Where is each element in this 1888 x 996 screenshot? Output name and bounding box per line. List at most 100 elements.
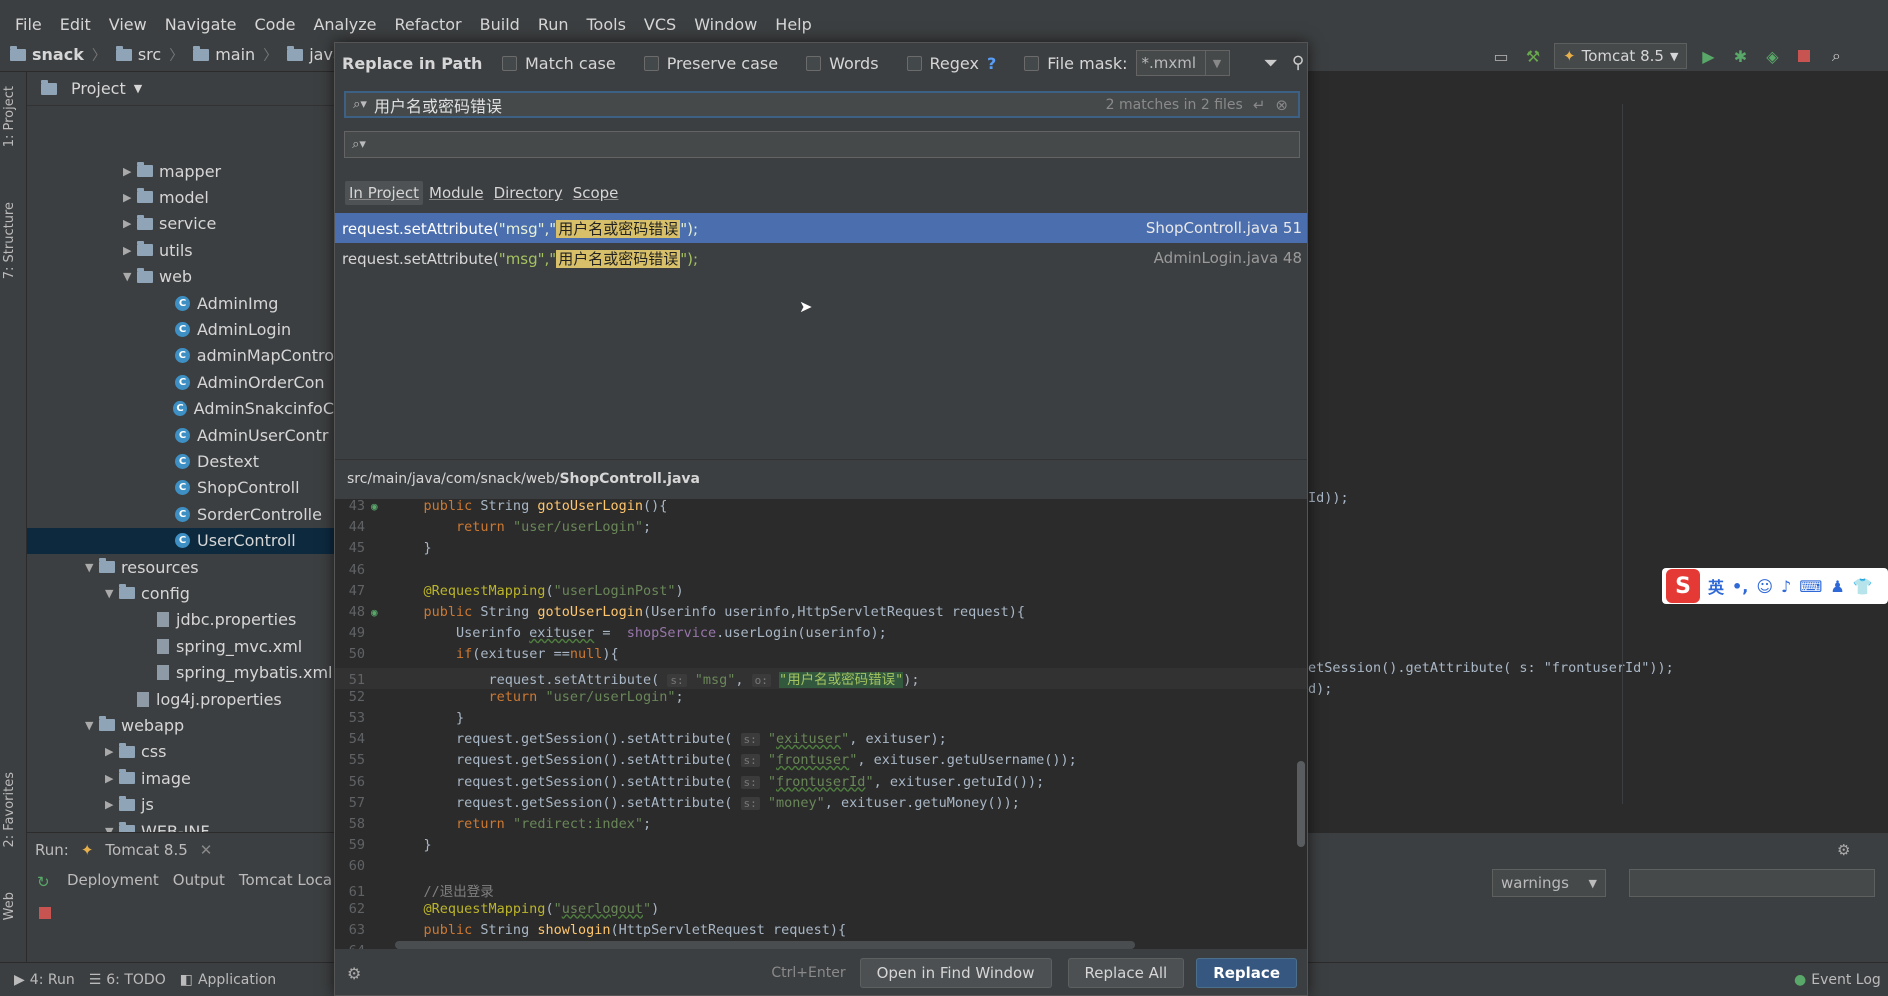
emoji-icon[interactable]: ☺ bbox=[1756, 577, 1773, 596]
clear-icon[interactable]: ⊗ bbox=[1275, 96, 1288, 114]
words-checkbox[interactable]: Words bbox=[806, 54, 879, 73]
tree-item[interactable]: C AdminOrderCon bbox=[27, 369, 334, 395]
tab-tomcat-localhost[interactable]: Tomcat Loca bbox=[239, 871, 332, 889]
tree-item[interactable]: ▶ service bbox=[27, 211, 334, 237]
chevron-right-icon[interactable]: ▶ bbox=[105, 798, 119, 811]
menu-build[interactable]: Build bbox=[471, 15, 529, 34]
tree-item[interactable]: CadminMapContro bbox=[27, 343, 334, 369]
ime-language-toggle[interactable]: 英 bbox=[1708, 574, 1724, 598]
pin-icon[interactable]: ⚲ bbox=[1292, 53, 1304, 73]
horizontal-scrollbar[interactable] bbox=[395, 941, 1135, 949]
menu-help[interactable]: Help bbox=[766, 15, 820, 34]
replace-input[interactable]: ⌕▾ bbox=[344, 131, 1300, 158]
breadcrumb-src[interactable]: src 〉 bbox=[115, 45, 183, 65]
filter-icon[interactable]: ⏷ bbox=[1264, 53, 1278, 74]
punctuation-icon[interactable]: •, bbox=[1732, 577, 1748, 596]
tree-item[interactable]: ▶ model bbox=[27, 184, 334, 210]
scope-custom[interactable]: Scope bbox=[569, 181, 623, 205]
log-filter-select[interactable]: warnings ▼ bbox=[1492, 869, 1606, 897]
open-in-find-window-button[interactable]: Open in Find Window bbox=[859, 958, 1052, 988]
tool-tab-application[interactable]: ◧ Application bbox=[180, 972, 276, 988]
replace-all-button[interactable]: Replace All bbox=[1067, 958, 1185, 988]
debug-icon[interactable]: ✱ bbox=[1729, 45, 1751, 67]
menu-edit[interactable]: Edit bbox=[51, 15, 100, 34]
tree-item[interactable]: ▶ js bbox=[27, 792, 334, 818]
menu-tools[interactable]: Tools bbox=[578, 15, 635, 34]
scope-in-project[interactable]: In Project bbox=[345, 181, 424, 205]
tab-deployment[interactable]: Deployment bbox=[67, 871, 159, 889]
tree-item[interactable]: C AdminImg bbox=[27, 290, 334, 316]
chevron-right-icon[interactable]: ▶ bbox=[123, 165, 137, 178]
chevron-right-icon[interactable]: ▶ bbox=[123, 244, 137, 257]
tree-item[interactable]: ▶ css bbox=[27, 739, 334, 765]
tab-structure[interactable]: 7: Structure bbox=[2, 202, 17, 279]
tree-item[interactable]: C AdminSnakcinfoC bbox=[27, 396, 334, 422]
result-row[interactable]: request.setAttribute("msg"," 用户名或密码错误 "); … bbox=[335, 243, 1307, 273]
log-search-input[interactable] bbox=[1629, 869, 1875, 897]
search-icon[interactable]: ⌕▾ bbox=[346, 97, 374, 112]
event-log-button[interactable]: ● Event Log bbox=[1794, 972, 1881, 988]
microphone-icon[interactable]: ♪ bbox=[1781, 577, 1791, 596]
tree-item[interactable]: spring_mybatis.xml bbox=[27, 660, 334, 686]
chevron-down-icon[interactable]: ▼ bbox=[105, 825, 119, 833]
rerun-icon[interactable]: ↻ bbox=[37, 873, 50, 891]
match-case-checkbox[interactable]: Match case bbox=[502, 54, 616, 73]
shirt-icon[interactable]: 👕 bbox=[1853, 577, 1873, 596]
breadcrumb-snack[interactable]: snack 〉 bbox=[10, 45, 106, 65]
tree-item[interactable]: ▼ config bbox=[27, 580, 334, 606]
replace-button[interactable]: Replace bbox=[1196, 958, 1297, 988]
chevron-right-icon[interactable]: ▶ bbox=[123, 191, 137, 204]
find-input-value[interactable]: 用户名或密码错误 bbox=[374, 93, 1106, 117]
user-icon[interactable]: ♟ bbox=[1830, 577, 1844, 596]
tree-item[interactable]: ▼ web bbox=[27, 264, 334, 290]
sogou-logo-icon[interactable]: S bbox=[1666, 569, 1700, 603]
project-panel-title[interactable]: Project bbox=[71, 79, 126, 98]
menu-analyze[interactable]: Analyze bbox=[304, 15, 385, 34]
tree-item[interactable]: ▼ WEB-INF bbox=[27, 818, 334, 832]
regex-checkbox[interactable]: Regex? bbox=[906, 54, 996, 73]
code-preview[interactable]: 43 ◉ public String gotoUserLogin(){44 ret… bbox=[335, 499, 1307, 949]
settings-icon[interactable]: ⚙ bbox=[1837, 841, 1850, 859]
build-hammer-icon[interactable]: ⚒ bbox=[1522, 45, 1544, 67]
tool-tab-todo[interactable]: ☰ 6: TODO bbox=[89, 972, 166, 988]
settings-icon[interactable]: ⚙ bbox=[347, 964, 361, 983]
tab-output[interactable]: Output bbox=[173, 871, 225, 889]
menu-code[interactable]: Code bbox=[246, 15, 305, 34]
close-icon[interactable]: ✕ bbox=[200, 841, 213, 859]
tree-item[interactable]: ▼ resources bbox=[27, 554, 334, 580]
chevron-down-icon[interactable]: ▼ bbox=[123, 270, 137, 283]
chevron-down-icon[interactable]: ▼ bbox=[1205, 50, 1230, 76]
find-input[interactable]: ⌕▾ 用户名或密码错误 2 matches in 2 files ↵ ⊗ bbox=[344, 91, 1300, 118]
search-everywhere-icon[interactable]: ⌕ bbox=[1825, 45, 1847, 67]
chevron-down-icon[interactable]: ▼ bbox=[85, 719, 99, 732]
breadcrumb-main[interactable]: main 〉 bbox=[193, 45, 277, 65]
chevron-right-icon[interactable]: ▶ bbox=[123, 217, 137, 230]
window-icon[interactable]: ▭ bbox=[1490, 45, 1512, 67]
chevron-down-icon[interactable]: ▼ bbox=[105, 587, 119, 600]
run-config-tab[interactable]: Tomcat 8.5 bbox=[105, 841, 187, 859]
scope-module[interactable]: Module bbox=[425, 181, 488, 205]
tree-item[interactable]: C AdminUserContr bbox=[27, 422, 334, 448]
menu-view[interactable]: View bbox=[100, 15, 156, 34]
tab-web[interactable]: Web bbox=[2, 892, 17, 920]
tree-item[interactable]: log4j.properties bbox=[27, 686, 334, 712]
chevron-right-icon[interactable]: ▶ bbox=[105, 745, 119, 758]
chevron-down-icon[interactable]: ▼ bbox=[134, 82, 142, 95]
tree-item[interactable]: spring_mvc.xml bbox=[27, 633, 334, 659]
tree-item[interactable]: C SorderControlle bbox=[27, 501, 334, 527]
stop-icon[interactable] bbox=[39, 907, 51, 919]
tree-item[interactable]: jdbc.properties bbox=[27, 607, 334, 633]
coverage-icon[interactable]: ◈ bbox=[1761, 45, 1783, 67]
stop-icon[interactable] bbox=[1793, 45, 1815, 67]
tree-item[interactable]: C Destext bbox=[27, 448, 334, 474]
tree-item[interactable]: ▶ image bbox=[27, 765, 334, 791]
tree-item[interactable]: C ShopControll bbox=[27, 475, 334, 501]
chevron-right-icon[interactable]: ▶ bbox=[105, 772, 119, 785]
regex-help-link[interactable]: ? bbox=[987, 54, 996, 73]
menu-navigate[interactable]: Navigate bbox=[156, 15, 246, 34]
menu-run[interactable]: Run bbox=[529, 15, 578, 34]
tab-project[interactable]: 1: Project bbox=[2, 86, 17, 147]
file-mask-input[interactable]: *.mxml bbox=[1135, 50, 1206, 76]
menu-vcs[interactable]: VCS bbox=[635, 15, 685, 34]
run-icon[interactable]: ▶ bbox=[1697, 45, 1719, 67]
